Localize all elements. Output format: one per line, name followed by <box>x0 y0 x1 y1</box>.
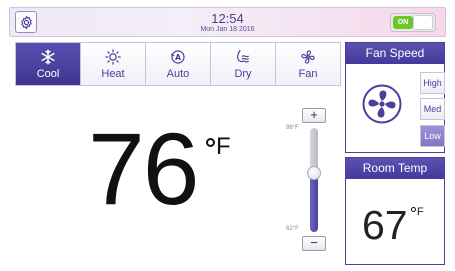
mode-heat-label: Heat <box>101 68 125 80</box>
fan-speed-high-button[interactable]: High <box>420 72 445 94</box>
room-temp-panel: Room Temp 67 F <box>345 157 445 265</box>
temperature-slider-thumb[interactable] <box>307 165 321 180</box>
fan-speed-title: Fan Speed <box>346 43 444 64</box>
clock-time: 12:54 <box>211 11 244 26</box>
svg-text:A: A <box>175 53 181 62</box>
clock-date: Mon Jan 18 2016 <box>200 26 255 33</box>
thermostat-screen: 12:54 Mon Jan 18 2016 ON Cool Heat A Aut… <box>0 0 455 271</box>
slider-max-label: 86°F <box>286 125 299 131</box>
status-bar: 12:54 Mon Jan 18 2016 ON <box>9 7 446 37</box>
setpoint-temperature: 76 <box>88 112 199 226</box>
mode-auto-button[interactable]: A Auto <box>146 43 210 85</box>
room-temperature: 67 <box>362 202 408 248</box>
snowflake-icon <box>41 49 55 65</box>
setpoint-unit: F <box>216 133 231 160</box>
mode-dry-label: Dry <box>234 68 252 80</box>
room-degree-symbol <box>411 207 416 212</box>
temperature-slider-fill <box>310 172 318 232</box>
fan-speed-icon <box>362 84 402 124</box>
auto-icon: A <box>170 50 185 64</box>
room-temp-unit: F <box>417 206 424 218</box>
mode-cool-label: Cool <box>36 68 60 80</box>
mode-fan-label: Fan <box>298 68 318 80</box>
dry-icon <box>237 50 249 63</box>
sun-icon <box>105 49 121 65</box>
mode-fan-button[interactable]: Fan <box>276 43 340 85</box>
temperature-slider-track[interactable] <box>310 128 318 232</box>
slider-min-label: 62°F <box>286 226 299 232</box>
decrease-temp-button[interactable]: − <box>302 236 326 251</box>
setpoint-degree-symbol <box>206 138 215 147</box>
fan-speed-panel: Fan Speed High Med Low <box>345 42 445 153</box>
room-temp-title: Room Temp <box>346 158 444 179</box>
fan-speed-low-button[interactable]: Low <box>420 125 445 147</box>
toggle-knob <box>413 15 433 30</box>
fan-icon <box>301 50 315 64</box>
mode-selector: Cool Heat A Auto Dry Fan <box>15 42 341 86</box>
fan-speed-med-button[interactable]: Med <box>420 98 445 120</box>
mode-auto-label: Auto <box>166 68 190 80</box>
mode-dry-button[interactable]: Dry <box>211 43 275 85</box>
power-on-label: ON <box>393 16 413 29</box>
mode-heat-button[interactable]: Heat <box>81 43 145 85</box>
power-toggle[interactable]: ON <box>390 13 436 32</box>
mode-cool-button[interactable]: Cool <box>16 43 80 85</box>
increase-temp-button[interactable]: + <box>302 108 326 123</box>
